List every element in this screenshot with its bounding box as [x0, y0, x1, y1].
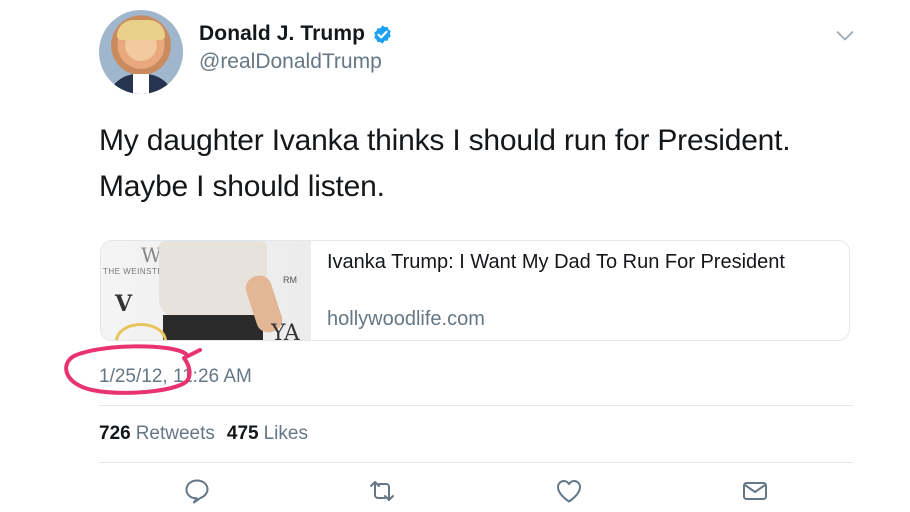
avatar-hair — [117, 20, 165, 40]
chevron-down-icon[interactable] — [836, 30, 854, 42]
tweet-text-line: My daughter Ivanka thinks I should run f… — [99, 124, 791, 157]
tweet-stats: 726 Retweets 475 Likes — [99, 423, 320, 445]
reply-icon[interactable] — [182, 476, 212, 506]
tweet-text: My daughter Ivanka thinks I should run f… — [99, 118, 859, 210]
avatar[interactable] — [99, 10, 183, 94]
display-name[interactable]: Donald J. Trump — [199, 22, 365, 46]
verified-badge-icon — [374, 24, 391, 44]
like-count[interactable]: 475 — [227, 423, 259, 445]
tweet-text-line: Maybe I should listen. — [99, 170, 385, 203]
user-name-row: Donald J. Trump — [199, 22, 393, 46]
card-title[interactable]: Ivanka Trump: I Want My Dad To Run For P… — [327, 249, 827, 275]
like-icon[interactable] — [554, 476, 584, 506]
action-bar — [0, 476, 910, 506]
like-label[interactable]: Likes — [264, 423, 308, 445]
card-thumbnail: W THE WEINSTEIN V RM YA — [101, 241, 311, 341]
retweet-icon[interactable] — [367, 476, 397, 506]
user-handle[interactable]: @realDonaldTrump — [199, 50, 382, 74]
direct-message-icon[interactable] — [740, 476, 770, 506]
divider — [99, 462, 853, 463]
thumb-person-skirt — [163, 315, 263, 340]
retweet-label[interactable]: Retweets — [136, 423, 215, 445]
card-domain[interactable]: hollywoodlife.com — [327, 308, 485, 331]
thumb-logo: V — [115, 291, 133, 317]
retweet-count[interactable]: 726 — [99, 423, 131, 445]
thumb-fragment-text: RM — [283, 275, 297, 285]
thumb-backdrop-text: YA — [271, 321, 300, 341]
divider — [99, 405, 853, 406]
avatar-shirt — [133, 74, 149, 94]
link-preview-card[interactable]: W THE WEINSTEIN V RM YA Ivanka Trump: I … — [100, 240, 850, 341]
annotation-circle — [64, 344, 202, 395]
